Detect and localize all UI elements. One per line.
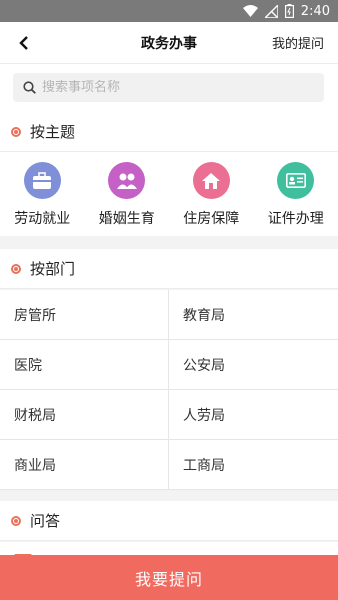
department-item[interactable]: 公安局 (169, 340, 338, 389)
section-title-theme: 按主题 (30, 123, 76, 141)
search-bar (0, 64, 338, 112)
section-title-department: 按部门 (30, 260, 76, 278)
section-dot-icon (11, 515, 21, 526)
department-item[interactable]: 人劳局 (169, 390, 338, 439)
department-row: 医院 公安局 (0, 340, 338, 390)
department-item[interactable]: 商业局 (0, 440, 169, 489)
theme-item-certificates[interactable]: 证件办理 (254, 152, 338, 236)
department-item[interactable]: 教育局 (169, 290, 338, 339)
theme-item-employment[interactable]: 劳动就业 (0, 152, 85, 236)
section-title-qa: 问答 (30, 512, 61, 530)
briefcase-icon (23, 162, 61, 199)
theme-item-housing[interactable]: 住房保障 (169, 152, 254, 236)
search-box[interactable] (13, 73, 324, 102)
department-row: 商业局 工商局 (0, 440, 338, 490)
section-header-qa: 问答 (0, 501, 338, 541)
theme-label: 劳动就业 (14, 211, 71, 227)
theme-label: 证件办理 (267, 211, 324, 227)
department-row: 房管所 教育局 (0, 290, 338, 340)
section-header-department: 按部门 (0, 249, 338, 289)
couple-icon (108, 162, 146, 199)
house-icon (192, 162, 230, 199)
department-grid: 房管所 教育局 医院 公安局 财税局 人劳局 商业局 工商局 (0, 290, 338, 490)
my-questions-link[interactable]: 我的提问 (272, 33, 324, 52)
section-header-theme: 按主题 (0, 112, 338, 152)
department-item[interactable]: 工商局 (169, 440, 338, 489)
section-dot-icon (11, 126, 21, 137)
department-item[interactable]: 房管所 (0, 290, 169, 339)
id-card-icon (277, 162, 315, 199)
wifi-icon (242, 5, 258, 17)
top-app-bar: 政务办事 我的提问 (0, 22, 338, 64)
department-item[interactable]: 医院 (0, 340, 169, 389)
search-icon (23, 81, 36, 94)
theme-grid: 劳动就业 婚姻生育 住房保障 证件办理 (0, 152, 338, 236)
section-dot-icon (11, 263, 21, 274)
department-item[interactable]: 财税局 (0, 390, 169, 439)
search-input[interactable] (42, 80, 302, 95)
theme-label: 住房保障 (183, 211, 240, 227)
ask-question-button[interactable]: 我要提问 (0, 555, 338, 600)
no-signal-icon (264, 4, 278, 18)
status-bar: 2:40 (0, 0, 338, 22)
theme-item-marriage[interactable]: 婚姻生育 (85, 152, 170, 236)
status-time: 2:40 (300, 3, 330, 19)
department-row: 财税局 人劳局 (0, 390, 338, 440)
battery-icon (284, 4, 294, 18)
theme-label: 婚姻生育 (98, 211, 155, 227)
